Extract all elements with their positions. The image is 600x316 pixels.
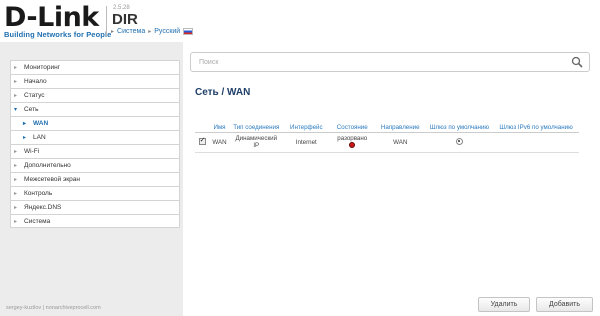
cell-type: Динамический IP [229, 132, 283, 153]
sidebar-item-label: Wi-Fi [24, 148, 40, 155]
header-links: ▸ Система ▸ Русский [111, 28, 194, 35]
sidebar-item-start[interactable]: ▸ Начало [10, 74, 180, 88]
sidebar-item-firewall[interactable]: ▸ Межсетевой экран [10, 172, 180, 186]
cell-name: WAN [209, 132, 230, 153]
header-bar: D-Link Building Networks for People 2.5.… [0, 0, 600, 42]
cell-gateway-ipv6 [493, 132, 579, 153]
search-icon[interactable] [571, 56, 583, 68]
sidebar-item-label: Яндекс.DNS [24, 204, 62, 211]
chevron-right-icon: ▸ [14, 177, 18, 183]
sidebar-item-label: Мониторинг [24, 64, 61, 71]
cell-interface: Internet [282, 132, 330, 153]
logo-wordmark: D-Link [4, 2, 99, 33]
main-panel: Поиск Сеть / WAN Имя Тип соединения Инте… [183, 42, 600, 316]
cell-state: разорвано [329, 132, 375, 153]
chevron-right-icon: ▸ [14, 93, 18, 99]
sidebar-item-status[interactable]: ▸ Статус [10, 88, 180, 102]
column-header-state[interactable]: Состояние [329, 112, 375, 133]
sidebar-item-control[interactable]: ▸ Контроль [10, 186, 180, 200]
language-link[interactable]: Русский [154, 28, 180, 35]
column-header-gateway-ipv6[interactable]: Шлюз IPv6 по умолчанию [493, 112, 579, 133]
sidebar-item-network[interactable]: ▾ Сеть [10, 102, 180, 116]
sidebar-item-label: Статус [24, 92, 45, 99]
select-column-header [195, 112, 210, 133]
state-text: разорвано [337, 134, 368, 142]
chevron-right-icon: ▸ [23, 135, 27, 141]
sidebar-item-advanced[interactable]: ▸ Дополнительно [10, 158, 180, 172]
column-header-interface[interactable]: Интерфейс [282, 112, 330, 133]
wan-connections-table: Имя Тип соединения Интерфейс Состояние Н… [195, 112, 579, 153]
column-header-name[interactable]: Имя [209, 112, 230, 133]
row-select-cell [195, 132, 210, 153]
chevron-down-icon: ▾ [14, 107, 18, 113]
table-row[interactable]: WAN Динамический IP Internet разорвано W… [195, 132, 579, 153]
sidebar-item-label: Дополнительно [24, 162, 71, 169]
column-header-direction[interactable]: Направление [374, 112, 426, 133]
device-model: DIR [112, 11, 138, 28]
search-placeholder: Поиск [199, 58, 219, 66]
chevron-right-icon: ▸ [14, 218, 18, 225]
sidebar-item-wifi[interactable]: ▸ Wi-Fi [10, 144, 180, 158]
column-header-gateway[interactable]: Шлюз по умолчанию [425, 112, 494, 133]
sidebar-item-label: Сеть [24, 106, 39, 113]
sidebar-item-yandex-dns[interactable]: ▸ Яндекс.DNS [10, 200, 180, 214]
sidebar-item-label: WAN [33, 120, 49, 127]
status-down-icon [349, 141, 356, 148]
chevron-right-icon: ▸ [23, 121, 27, 127]
default-gateway-radio[interactable] [455, 137, 463, 145]
chevron-right-icon: ▸ [14, 65, 18, 71]
chevron-right-icon: ▸ [111, 29, 115, 35]
sidebar-item-label: Контроль [24, 190, 53, 197]
sidebar-item-monitoring[interactable]: ▸ Мониторинг [10, 60, 180, 74]
sidebar-item-system[interactable]: ▸ Система [10, 214, 180, 228]
column-header-type[interactable]: Тип соединения [229, 112, 283, 133]
chevron-right-icon: ▸ [14, 205, 18, 211]
cell-direction: WAN [374, 132, 426, 153]
add-button[interactable]: Добавить [536, 297, 593, 312]
russian-flag-icon[interactable] [183, 28, 194, 35]
table-header-row: Имя Тип соединения Интерфейс Состояние Н… [195, 112, 579, 133]
system-link[interactable]: Система [117, 28, 145, 35]
chevron-right-icon: ▸ [148, 29, 152, 35]
page-title: Сеть / WAN [195, 87, 251, 98]
chevron-right-icon: ▸ [14, 79, 18, 85]
row-checkbox[interactable] [198, 137, 206, 145]
sidebar-item-lan[interactable]: ▸ LAN [10, 130, 180, 144]
delete-button[interactable]: Удалить [478, 297, 530, 312]
chevron-right-icon: ▸ [14, 191, 18, 197]
search-input[interactable]: Поиск [190, 52, 590, 72]
sidebar-item-wan[interactable]: ▸ WAN [10, 116, 180, 130]
chevron-right-icon: ▸ [14, 149, 18, 155]
watermark-text: sergey-kuzilov | nonarchiveprocell.com [6, 305, 101, 311]
sidebar-menu: ▸ Мониторинг ▸ Начало ▸ Статус ▾ Сеть ▸ … [10, 60, 180, 228]
dlink-logo[interactable]: D-Link Building Networks for People [4, 4, 111, 39]
header-divider [106, 6, 107, 36]
sidebar-item-label: Межсетевой экран [24, 176, 80, 183]
cell-gateway [425, 132, 494, 153]
chevron-right-icon: ▸ [14, 163, 18, 169]
sidebar-item-label: LAN [33, 134, 46, 141]
sidebar-item-label: Система [24, 217, 51, 225]
sidebar-item-label: Начало [24, 78, 47, 85]
